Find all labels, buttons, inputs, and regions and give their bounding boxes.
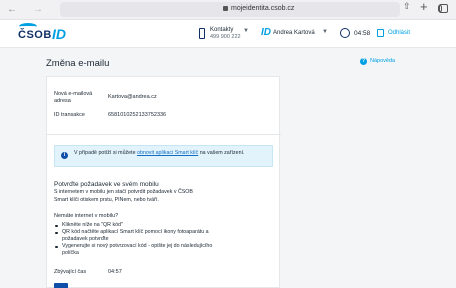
clock-icon (340, 28, 350, 38)
logout-icon[interactable] (377, 29, 384, 37)
transaction-id-label: ID transakce (54, 112, 85, 118)
user-menu[interactable]: Andrea Kartová (273, 30, 315, 36)
info-text: V případě potíží si můžete obnovit aplik… (74, 150, 245, 156)
logout-link[interactable]: Odhlásit (388, 30, 410, 36)
remaining-time-value: 04:57 (108, 269, 122, 275)
no-internet-title: Nemáte internet v mobilu? (54, 213, 119, 219)
confirm-text: S internetem v mobilu jen stačí potvrdit… (54, 189, 193, 203)
url-text: mojeidentita.csob.cz (231, 5, 295, 12)
refresh-smart-key-link[interactable]: obnovit aplikaci Smart klíč (137, 150, 198, 156)
forward-arrow-icon[interactable]: → (33, 3, 43, 17)
contacts-number: 499 900 222 (210, 34, 241, 40)
help-link[interactable]: Nápověda (370, 58, 395, 64)
browser-toolbar: ← → mojeidentita.csob.cz ⇧ + (0, 0, 456, 20)
csob-logo[interactable]: ČSOB (18, 29, 52, 41)
chevron-down-icon[interactable]: ▼ (243, 28, 249, 34)
app-header: ČSOB ID Kontakty 499 900 222 ▼ ID Andrea… (0, 20, 456, 48)
back-arrow-icon[interactable]: ← (7, 3, 17, 17)
new-email-label: Nová e-mailová adresa (54, 91, 93, 104)
new-email-value: Kartova@andrea.cz (108, 94, 157, 100)
change-email-card: Nová e-mailová adresa Kartova@andrea.cz … (46, 76, 281, 288)
transaction-id-value: 6581010252133752336 (108, 112, 167, 118)
phone-icon (199, 28, 205, 39)
page-title: Změna e-mailu (46, 58, 110, 69)
confirm-title: Potvrďte požadavek ve svém mobilu (54, 181, 159, 188)
contacts-label: Kontakty (210, 27, 234, 33)
new-tab-icon[interactable]: + (420, 0, 428, 14)
list-item: QR kód načtěte aplikací Smart klíč pomoc… (54, 229, 214, 243)
chevron-down-icon[interactable]: ▼ (322, 29, 328, 35)
qr-code-button[interactable] (54, 283, 68, 288)
user-id-icon: ID (261, 27, 271, 38)
id-logo: ID (52, 26, 66, 42)
contacts-menu[interactable]: Kontakty 499 900 222 (210, 27, 241, 41)
share-icon[interactable]: ⇧ (403, 1, 411, 12)
lock-icon (223, 6, 228, 11)
remaining-time-label: Zbývající čas (54, 269, 87, 275)
help-icon[interactable]: ? (360, 58, 367, 65)
steps-list: Klikněte níže na "QR kód" QR kód načtěte… (54, 222, 214, 257)
tabs-overview-icon[interactable] (439, 4, 448, 13)
info-alert: i V případě potíží si můžete obnovit apl… (54, 145, 273, 167)
info-icon: i (61, 152, 68, 159)
address-bar[interactable]: mojeidentita.csob.cz (60, 2, 442, 17)
list-item: Vygenerujte si nový potvrzovací kód - op… (54, 243, 214, 257)
session-timer: 04:58 (354, 30, 371, 37)
divider (47, 134, 281, 135)
list-item: Klikněte níže na "QR kód" (54, 222, 214, 229)
